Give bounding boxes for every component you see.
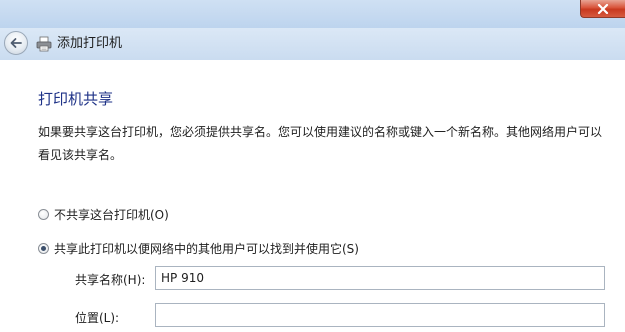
location-input[interactable] xyxy=(155,303,605,327)
navigation-bar: 添加打印机 xyxy=(0,28,625,60)
location-label: 位置(L): xyxy=(75,311,120,325)
page-description: 如果要共享这台打印机，您必须提供共享名。您可以使用建议的名称或键入一个新名称。其… xyxy=(38,125,603,162)
radio-button-share[interactable] xyxy=(38,242,49,254)
window-title: 添加打印机 xyxy=(57,36,123,51)
share-name-label: 共享名称(H): xyxy=(75,273,146,287)
radio-share[interactable]: 共享此打印机以便网络中的其他用户可以找到并使用它(S) xyxy=(38,240,359,256)
radio-label-share: 共享此打印机以便网络中的其他用户可以找到并使用它(S) xyxy=(54,241,359,256)
back-button[interactable] xyxy=(4,31,28,55)
title-bar xyxy=(0,0,625,28)
share-name-input[interactable] xyxy=(155,266,605,290)
close-icon xyxy=(597,3,609,14)
wizard-content: 打印机共享 如果要共享这台打印机，您必须提供共享名。您可以使用建议的名称或键入一… xyxy=(0,60,625,332)
printer-icon xyxy=(36,36,52,52)
page-title: 打印机共享 xyxy=(38,90,114,108)
close-button[interactable] xyxy=(580,0,625,18)
radio-no-share[interactable]: 不共享这台打印机(O) xyxy=(38,206,169,222)
back-arrow-icon xyxy=(10,38,22,48)
radio-label-no-share: 不共享这台打印机(O) xyxy=(54,207,169,222)
radio-button-no-share[interactable] xyxy=(38,208,49,220)
